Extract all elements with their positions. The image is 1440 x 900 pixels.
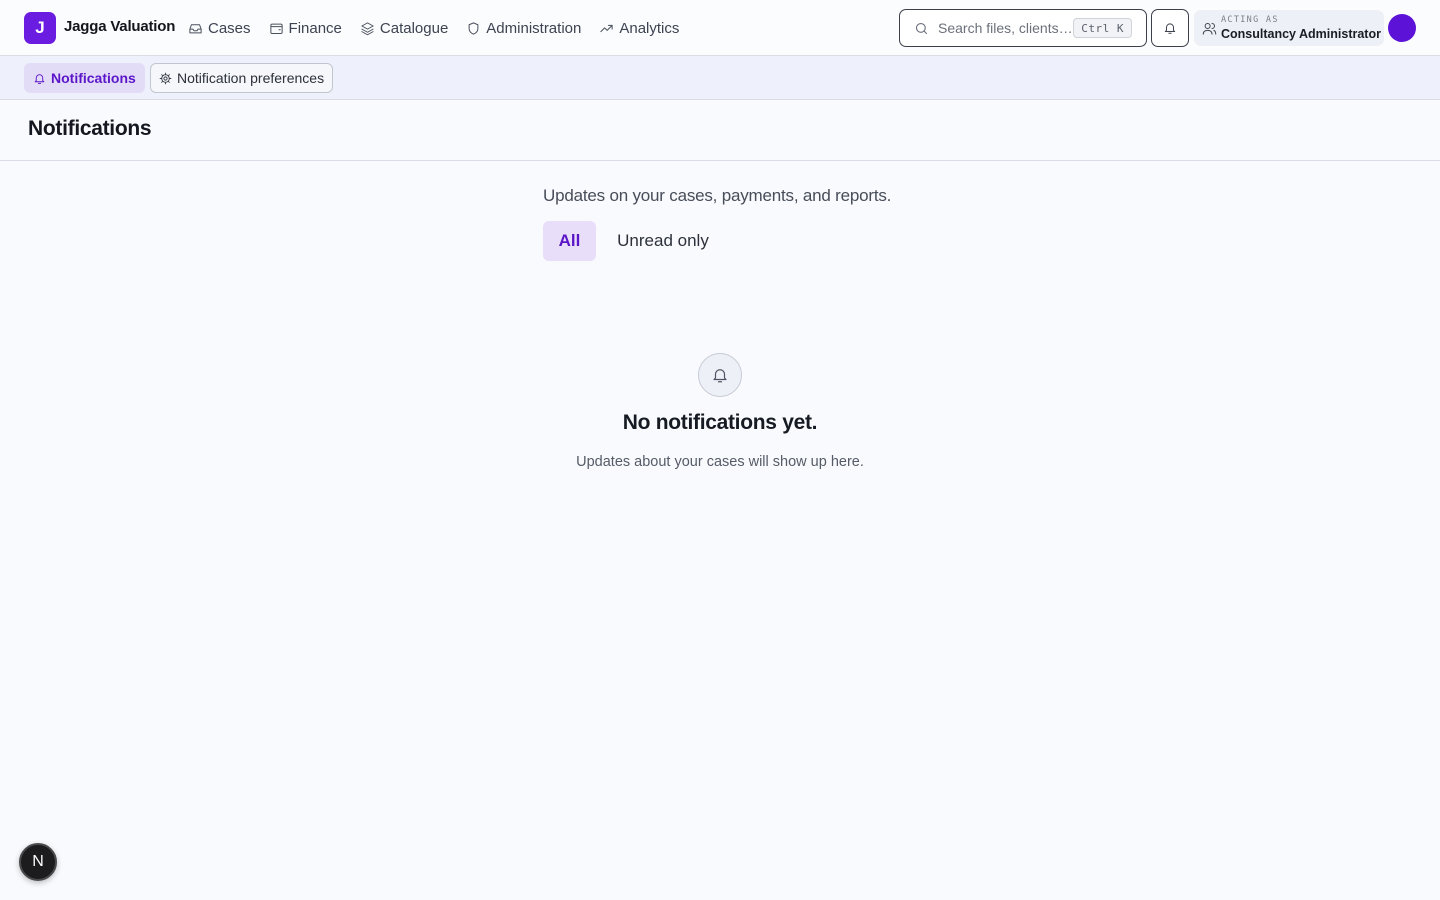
acting-as-label: ACTING AS <box>1221 15 1279 25</box>
users-icon <box>1202 23 1217 35</box>
nav-item-cases[interactable]: Cases <box>188 16 251 40</box>
shield-icon <box>468 21 479 35</box>
layers-icon <box>361 21 374 35</box>
bell-icon <box>34 73 45 84</box>
page-title: Notifications <box>28 117 152 140</box>
tab-notifications[interactable]: Notifications <box>24 63 145 93</box>
main-nav: Cases Finance Catalogue Administration A… <box>188 16 679 40</box>
nav-item-catalogue[interactable]: Catalogue <box>360 16 448 40</box>
tab-notification-preferences[interactable]: Notification preferences <box>150 63 334 93</box>
nav-item-analytics[interactable]: Analytics <box>599 16 679 40</box>
nav-label: Cases <box>208 19 251 37</box>
wallet-icon <box>269 23 283 34</box>
devtools-toggle-button[interactable]: N <box>19 843 57 881</box>
filter-all-button[interactable]: All <box>543 221 596 261</box>
brand-name[interactable]: Jagga Valuation <box>64 18 175 35</box>
tab-label: Notification preferences <box>177 70 325 86</box>
empty-state-title: No notifications yet. <box>622 411 818 434</box>
filter-unread-only-button[interactable]: Unread only <box>604 221 722 261</box>
notifications-button[interactable] <box>1151 9 1189 47</box>
page-header: Notifications <box>0 100 1440 161</box>
user-avatar[interactable] <box>1388 14 1416 42</box>
sub-nav: Notifications Notification preferences <box>0 56 1440 100</box>
inbox-icon <box>189 23 202 33</box>
nav-label: Catalogue <box>379 19 449 37</box>
global-search[interactable]: Ctrl K <box>899 9 1147 47</box>
page-subtitle: Updates on your cases, payments, and rep… <box>543 186 892 205</box>
tab-label: Notifications <box>51 70 136 86</box>
search-shortcut-hint: Ctrl K <box>1073 18 1132 38</box>
bell-icon <box>1164 23 1176 34</box>
nav-item-administration[interactable]: Administration <box>466 16 581 40</box>
bell-icon <box>713 369 727 383</box>
nav-label: Administration <box>486 19 582 37</box>
app-logo[interactable]: J <box>24 12 56 44</box>
nav-item-finance[interactable]: Finance <box>269 16 342 40</box>
gear-icon <box>159 72 172 84</box>
empty-state-bell-icon <box>698 353 742 397</box>
search-input[interactable] <box>938 20 1074 36</box>
acting-as-switcher[interactable]: ACTING AS Consultancy Administrator <box>1194 10 1384 46</box>
empty-state-description: Updates about your cases will show up he… <box>576 454 864 470</box>
trending-up-icon <box>600 24 613 32</box>
top-bar: J Jagga Valuation Cases Finance Catalogu… <box>0 0 1440 56</box>
acting-as-role: Consultancy Administrator <box>1221 27 1381 41</box>
nav-label: Analytics <box>619 19 680 37</box>
nav-label: Finance <box>288 19 342 37</box>
search-icon <box>915 22 928 34</box>
